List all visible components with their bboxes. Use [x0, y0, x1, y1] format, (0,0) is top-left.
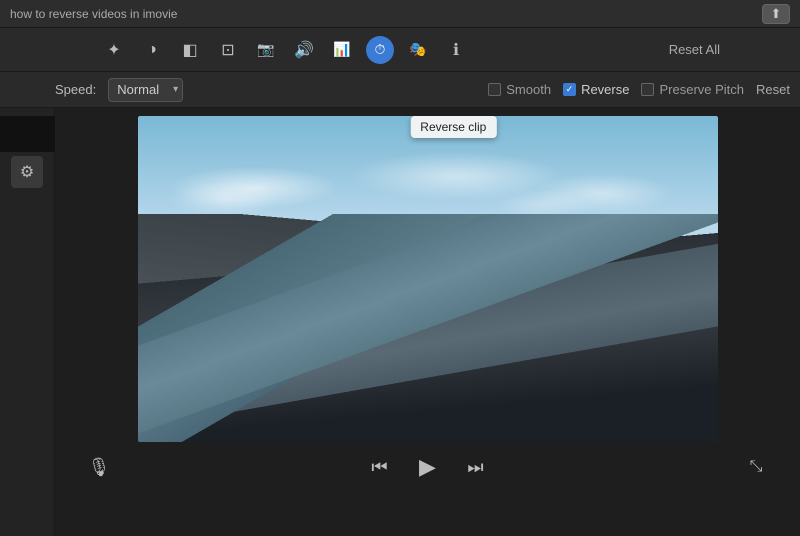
- title-bar: how to reverse videos in imovie ⬆: [0, 0, 800, 28]
- video-area: Reverse clip 🎙 ⏮ ▶ ⏭ ⤡: [55, 108, 800, 536]
- playback-controls: ⏮ ▶ ⏭: [364, 451, 492, 483]
- speed-row: Speed: Normal Slow Fast Custom Smooth Re…: [0, 72, 800, 108]
- fullscreen-button[interactable]: ⤡: [740, 451, 772, 483]
- video-frame: Reverse clip: [138, 116, 718, 442]
- microphone-button[interactable]: 🎙: [83, 451, 115, 483]
- preserve-pitch-group: Preserve Pitch: [641, 82, 744, 97]
- skip-back-button[interactable]: ⏮: [364, 451, 396, 483]
- main-content: ⚙ Reverse clip 🎙 ⏮ ▶ ⏭ ⤡: [0, 108, 800, 536]
- crop-icon[interactable]: ⊡: [214, 36, 242, 64]
- smooth-group: Smooth: [488, 82, 551, 97]
- speed-label: Speed:: [55, 82, 96, 97]
- snow-overlay: [138, 230, 718, 442]
- preserve-pitch-label[interactable]: Preserve Pitch: [659, 82, 744, 97]
- video-camera-icon[interactable]: 📷: [252, 36, 280, 64]
- video-background: [138, 116, 718, 442]
- reverse-group: Reverse: [563, 82, 629, 97]
- equalizer-icon[interactable]: 📊: [328, 36, 356, 64]
- speed-select[interactable]: Normal Slow Fast Custom: [108, 78, 183, 102]
- preserve-pitch-checkbox[interactable]: [641, 83, 654, 96]
- speed-icon[interactable]: ⏱: [366, 36, 394, 64]
- reverse-label[interactable]: Reverse: [581, 82, 629, 97]
- magic-wand-icon[interactable]: ✦: [100, 36, 128, 64]
- settings-button[interactable]: ⚙: [11, 156, 43, 188]
- color-board-icon[interactable]: ◧: [176, 36, 204, 64]
- smooth-checkbox[interactable]: [488, 83, 501, 96]
- effect-icon[interactable]: 🎭: [404, 36, 432, 64]
- window-title: how to reverse videos in imovie: [10, 7, 177, 21]
- reverse-checkbox[interactable]: [563, 83, 576, 96]
- speed-reset-button[interactable]: Reset: [756, 82, 790, 97]
- play-button[interactable]: ▶: [412, 451, 444, 483]
- volume-icon[interactable]: 🔊: [290, 36, 318, 64]
- speed-select-wrapper[interactable]: Normal Slow Fast Custom: [108, 78, 183, 102]
- toolbar: ✦ ◑ ◧ ⊡ 📷 🔊 📊 ⏱ 🎭 ℹ Reset All: [0, 28, 800, 72]
- smooth-label[interactable]: Smooth: [506, 82, 551, 97]
- black-bar: [0, 116, 55, 152]
- share-button[interactable]: ⬆: [762, 4, 790, 24]
- skip-forward-button[interactable]: ⏭: [460, 451, 492, 483]
- info-icon[interactable]: ℹ: [442, 36, 470, 64]
- controls-bar: 🎙 ⏮ ▶ ⏭ ⤡: [63, 442, 792, 492]
- sidebar: ⚙: [0, 108, 55, 536]
- color-icon[interactable]: ◑: [138, 36, 166, 64]
- reset-all-button[interactable]: Reset All: [669, 42, 720, 57]
